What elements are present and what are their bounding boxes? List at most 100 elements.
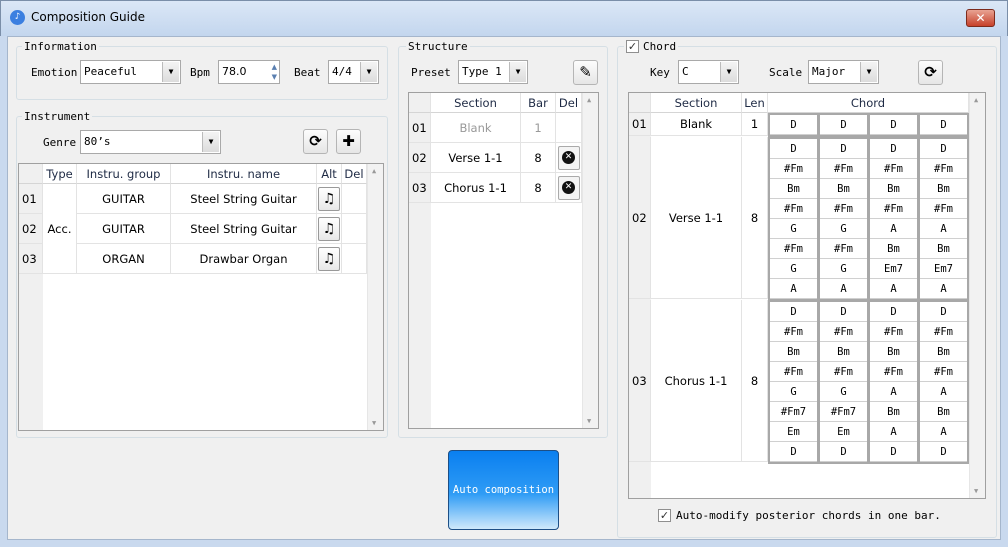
chord-cell[interactable]: D (870, 115, 917, 135)
chord-cell[interactable]: Bm (770, 342, 817, 362)
chord-cell[interactable]: #Fm (920, 199, 967, 219)
chord-cell[interactable]: Bm (770, 179, 817, 199)
section-cell[interactable]: Verse 1-1 (431, 143, 521, 173)
chord-cell[interactable]: #Fm (870, 199, 917, 219)
chord-cell[interactable]: A (770, 279, 817, 299)
delete-section-button[interactable]: ✕ (557, 175, 580, 200)
edit-structure-button[interactable]: ✎ (573, 60, 598, 85)
chord-cell[interactable]: Em7 (870, 259, 917, 279)
chord-cell[interactable]: Em7 (920, 259, 967, 279)
col-type[interactable]: Type (43, 164, 77, 184)
chord-cell[interactable]: #Fm (870, 322, 917, 342)
structure-scrollbar[interactable]: ▲ ▼ (582, 93, 598, 428)
chord-cell[interactable]: Bm (920, 239, 967, 259)
bar-cell[interactable]: 1 (521, 113, 556, 143)
col-chord[interactable]: Chord (768, 93, 969, 113)
music-note-icon[interactable]: ♫ (318, 216, 340, 241)
chord-cell[interactable]: D (920, 442, 967, 462)
emotion-select[interactable]: Peaceful ▼ (80, 60, 181, 84)
chord-cell[interactable]: Bm (920, 179, 967, 199)
chord-cell[interactable]: Bm (870, 342, 917, 362)
chord-cell[interactable]: #Fm (770, 159, 817, 179)
chord-cell[interactable]: G (770, 219, 817, 239)
chord-cell[interactable]: D (820, 115, 867, 135)
col-alt[interactable]: Alt (317, 164, 342, 184)
col-del[interactable]: Del (556, 93, 582, 113)
music-note-icon[interactable]: ♫ (318, 186, 340, 211)
chord-cell[interactable]: #Fm (770, 239, 817, 259)
chord-cell[interactable]: D (770, 115, 817, 135)
section-cell[interactable]: Blank (431, 113, 521, 143)
chord-cell[interactable]: G (820, 219, 867, 239)
chord-cell[interactable]: D (770, 302, 817, 322)
chord-cell[interactable]: D (920, 115, 967, 135)
genre-select[interactable]: 80’s ▼ (80, 130, 221, 154)
chord-cell[interactable]: A (870, 219, 917, 239)
chord-checkbox[interactable]: ✓ (626, 40, 639, 53)
bar-cell[interactable]: 8 (521, 173, 556, 203)
col-section[interactable]: Section (651, 93, 742, 113)
chord-cell[interactable]: #Fm (820, 199, 867, 219)
chord-cell[interactable]: D (820, 302, 867, 322)
section-cell[interactable]: Chorus 1-1 (431, 173, 521, 203)
close-button[interactable]: ✕ (966, 9, 995, 27)
chord-cell[interactable]: Bm (820, 179, 867, 199)
chord-cell[interactable]: #Fm (920, 322, 967, 342)
chord-cell[interactable]: #Fm (920, 362, 967, 382)
chord-cell[interactable]: #Fm (820, 159, 867, 179)
auto-modify-option[interactable]: ✓ Auto-modify posterior chords in one bar… (658, 509, 941, 522)
key-select[interactable]: C ▼ (678, 60, 739, 84)
col-del[interactable]: Del (342, 164, 367, 184)
del-cell[interactable] (342, 244, 367, 274)
chord-scrollbar[interactable]: ▲ ▼ (969, 93, 985, 498)
chord-cell[interactable]: #Fm (870, 159, 917, 179)
chord-cell[interactable]: #Fm (920, 159, 967, 179)
chord-cell[interactable]: Bm (870, 239, 917, 259)
auto-composition-button[interactable]: Auto composition (448, 450, 559, 530)
chord-cell[interactable]: A (820, 279, 867, 299)
col-group[interactable]: Instru. group (77, 164, 171, 184)
chord-cell[interactable]: G (770, 382, 817, 402)
chord-cell[interactable]: #Fm (820, 322, 867, 342)
delete-section-button[interactable]: ✕ (557, 145, 580, 170)
beat-select[interactable]: 4/4 ▼ (328, 60, 379, 84)
chord-cell[interactable]: #Fm (870, 362, 917, 382)
chord-cell[interactable]: D (770, 442, 817, 462)
chord-cell[interactable]: D (870, 302, 917, 322)
add-instrument-button[interactable]: ✚ (336, 129, 361, 154)
chord-cell[interactable]: Bm (820, 342, 867, 362)
chord-cell[interactable]: A (870, 382, 917, 402)
preset-select[interactable]: Type 1 ▼ (458, 60, 528, 84)
chord-cell[interactable]: A (920, 219, 967, 239)
col-bar[interactable]: Bar (521, 93, 556, 113)
chord-cell[interactable]: #Fm (820, 239, 867, 259)
chord-cell[interactable]: #Fm (770, 322, 817, 342)
chord-cell[interactable]: Bm (920, 342, 967, 362)
auto-modify-checkbox[interactable]: ✓ (658, 509, 671, 522)
chord-cell[interactable]: Bm (870, 402, 917, 422)
chord-cell[interactable]: A (920, 422, 967, 442)
chord-cell[interactable]: #Fm (770, 362, 817, 382)
col-name[interactable]: Instru. name (171, 164, 317, 184)
del-cell[interactable] (342, 184, 367, 214)
chord-cell[interactable]: A (920, 382, 967, 402)
chord-cell[interactable]: D (920, 139, 967, 159)
col-section[interactable]: Section (431, 93, 521, 113)
chord-cell[interactable]: #Fm (770, 199, 817, 219)
chord-cell[interactable]: #Fm7 (820, 402, 867, 422)
bpm-spinner[interactable]: 78.0 ▲ ▼ (218, 60, 280, 84)
chord-cell[interactable]: D (820, 139, 867, 159)
chord-cell[interactable]: A (870, 279, 917, 299)
spinner-arrows-icon[interactable]: ▲ ▼ (272, 62, 277, 82)
chord-cell[interactable]: Em (770, 422, 817, 442)
chord-cell[interactable]: Bm (920, 402, 967, 422)
chord-cell[interactable]: D (770, 139, 817, 159)
col-len[interactable]: Len (742, 93, 768, 113)
refresh-instrument-button[interactable]: ⟳ (303, 129, 328, 154)
chord-cell[interactable]: #Fm (820, 362, 867, 382)
chord-cell[interactable]: D (870, 442, 917, 462)
del-cell[interactable] (342, 214, 367, 244)
chord-cell[interactable]: G (820, 382, 867, 402)
chord-cell[interactable]: Em (820, 422, 867, 442)
instrument-scrollbar[interactable]: ▲ ▼ (367, 164, 383, 430)
